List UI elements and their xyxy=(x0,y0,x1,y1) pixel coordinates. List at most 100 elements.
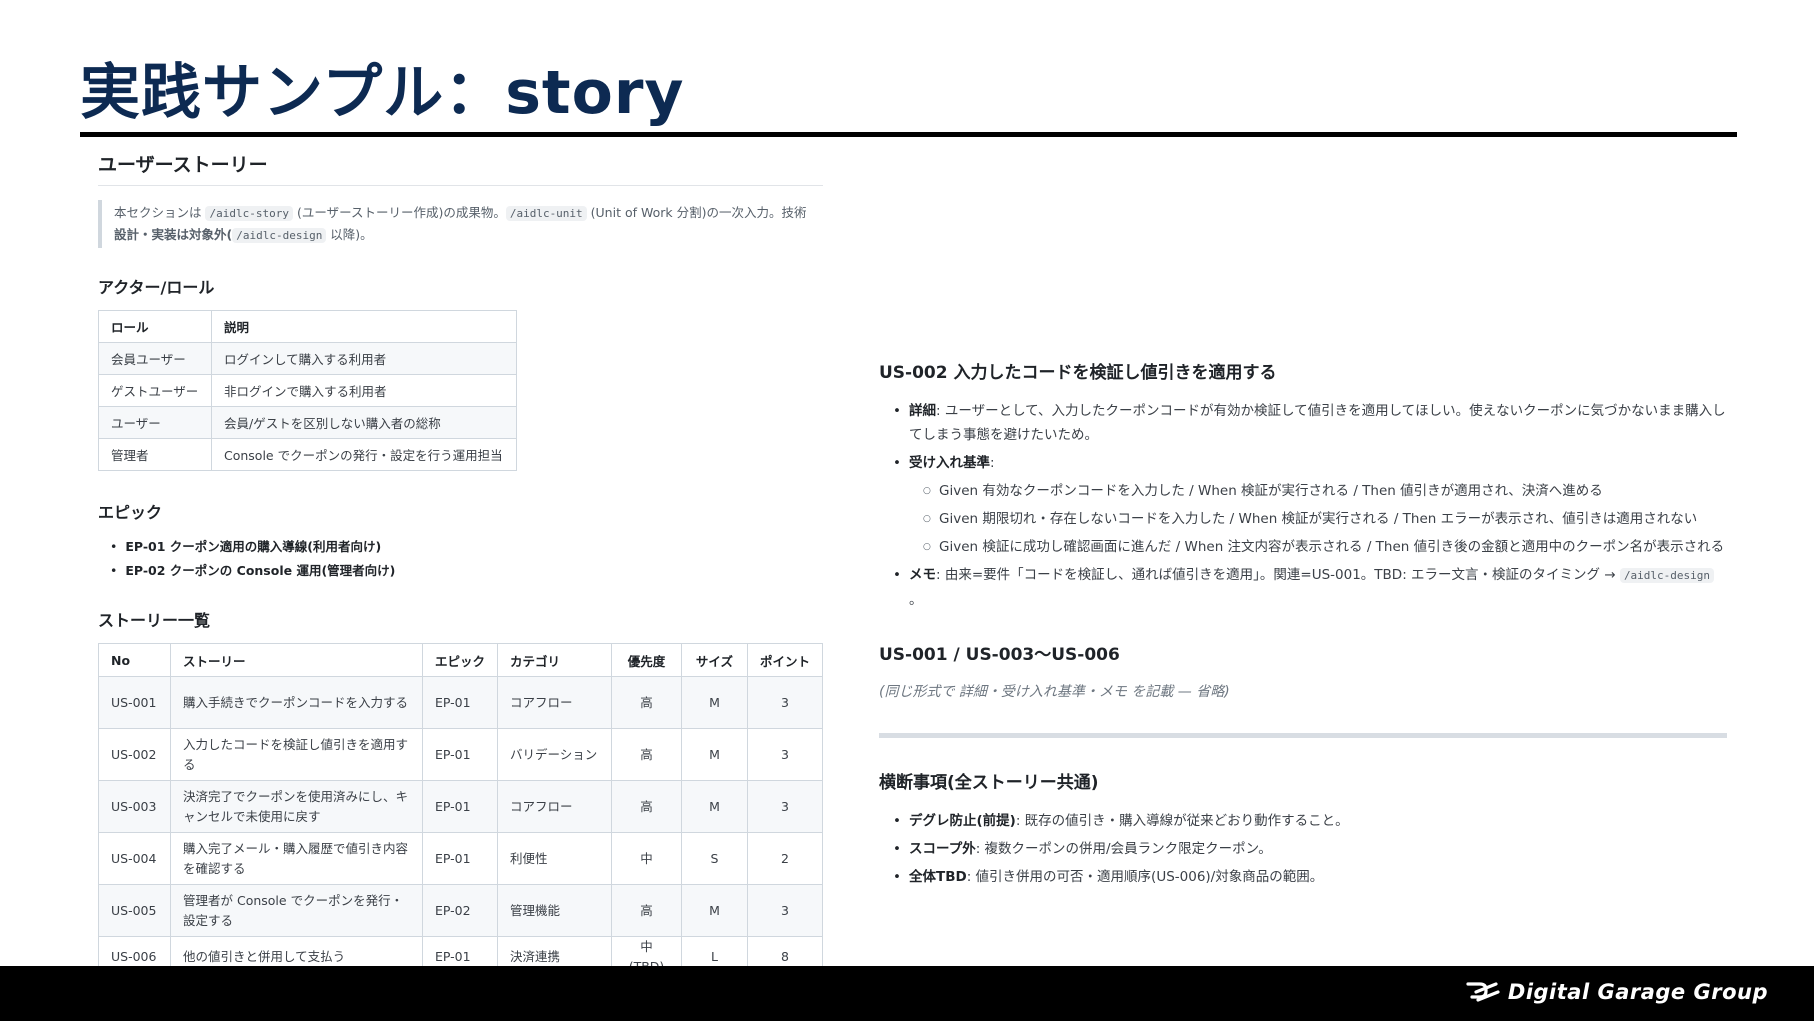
cross-heading: 横断事項(全ストーリー共通) xyxy=(879,773,1099,793)
user-story-heading: ユーザーストーリー xyxy=(98,150,823,186)
table-cell: 非ログインで購入する利用者 xyxy=(211,374,517,407)
footer-bar: Digital Garage Group xyxy=(0,966,1814,1021)
table-cell: EP-01 xyxy=(422,780,498,833)
cross-list: デグレ防止(前提): 既存の値引き・購入導線が従来どおり動作すること。 スコープ… xyxy=(879,809,1727,889)
table-row: 会員ユーザー ログインして購入する利用者 xyxy=(98,342,517,375)
column-header: ロール xyxy=(98,310,212,343)
table-cell: 3 xyxy=(747,884,823,937)
table-header-row: No ストーリー エピック カテゴリ 優先度 サイズ ポイント xyxy=(98,643,823,677)
table-header-row: ロール 説明 xyxy=(98,310,517,343)
list-item: EP-01 クーポン適用の購入導線(利用者向け) xyxy=(110,535,823,559)
note-text: (Unit of Work 分割)の一次入力。技術 xyxy=(586,205,807,220)
column-header: 優先度 xyxy=(611,643,682,677)
detail-text: : ユーザーとして、入力したクーポンコードが有効か検証して値引きを適用してほしい… xyxy=(909,403,1726,443)
slide-title: 実践サンプル：story xyxy=(80,58,685,128)
table-cell: 会員ユーザー xyxy=(98,342,212,375)
cross-label: デグレ防止(前提) xyxy=(909,813,1016,829)
list-item: メモ: 由来=要件「コードを検証し、通れば値引きを適用」。関連=US-001。T… xyxy=(879,563,1727,612)
cross-label: スコープ外 xyxy=(909,841,976,857)
company-logo: Digital Garage Group xyxy=(1466,980,1768,1004)
memo-label: メモ xyxy=(909,567,936,583)
table-cell: 利便性 xyxy=(497,832,612,885)
list-item: 受け入れ基準: Given 有効なクーポンコードを入力した / When 検証が… xyxy=(879,451,1727,559)
left-column: ユーザーストーリー 本セクションは /aidlc-story (ユーザーストーリ… xyxy=(98,150,823,978)
table-cell: M xyxy=(681,728,748,781)
table-cell: 管理者 xyxy=(98,438,212,471)
table-row: ゲストユーザー 非ログインで購入する利用者 xyxy=(98,374,517,407)
table-cell: US-002 xyxy=(98,728,171,781)
title-divider xyxy=(80,132,1737,137)
table-cell: ユーザー xyxy=(98,406,212,439)
table-cell: 決済完了でクーポンを使用済みにし、キャンセルで未使用に戻す xyxy=(170,780,423,833)
table-cell: US-004 xyxy=(98,832,171,885)
criteria-label: 受け入れ基準 xyxy=(909,455,990,471)
dg-logo-icon xyxy=(1466,982,1500,1002)
column-header: ポイント xyxy=(747,643,823,677)
memo-end: 。 xyxy=(909,592,923,608)
table-cell: Console でクーポンの発行・設定を行う運用担当 xyxy=(211,438,517,471)
epics-heading: エピック xyxy=(98,503,163,522)
us002-heading: US-002 入力したコードを検証し値引きを適用する xyxy=(879,363,1277,383)
note-text: (ユーザーストーリー作成)の成果物。 xyxy=(292,205,506,220)
cross-text: : 既存の値引き・購入導線が従来どおり動作すること。 xyxy=(1015,813,1349,829)
criteria-list: Given 有効なクーポンコードを入力した / When 検証が実行される / … xyxy=(909,479,1727,559)
column-header: エピック xyxy=(422,643,498,677)
criteria-colon: : xyxy=(990,455,995,471)
table-cell: 会員/ゲストを区別しない購入者の総称 xyxy=(211,406,517,439)
table-cell: バリデーション xyxy=(497,728,612,781)
table-cell: US-003 xyxy=(98,780,171,833)
note-text: 以降)。 xyxy=(326,227,373,242)
table-cell: コアフロー xyxy=(497,780,612,833)
note-code-unit: /aidlc-unit xyxy=(505,206,587,221)
table-cell: ゲストユーザー xyxy=(98,374,212,407)
column-header: カテゴリ xyxy=(497,643,612,677)
memo-code: /aidlc-design xyxy=(1619,568,1715,583)
table-cell: 高 xyxy=(611,780,682,833)
table-cell: 3 xyxy=(747,780,823,833)
note-bold: 設計・実装は対象外( xyxy=(114,227,233,242)
table-cell: M xyxy=(681,780,748,833)
table-cell: 購入手続きでクーポンコードを入力する xyxy=(170,676,423,729)
list-item: 詳細: ユーザーとして、入力したクーポンコードが有効か検証して値引きを適用してほ… xyxy=(879,399,1727,447)
list-item: EP-02 クーポンの Console 運用(管理者向け) xyxy=(110,559,823,583)
list-item: スコープ外: 複数クーポンの併用/会員ランク限定クーポン。 xyxy=(879,837,1727,861)
detail-label: 詳細 xyxy=(909,403,936,419)
criteria-item: Given 有効なクーポンコードを入力した / When 検証が実行される / … xyxy=(909,479,1727,503)
column-header: ストーリー xyxy=(170,643,423,677)
table-cell: US-001 xyxy=(98,676,171,729)
criteria-item: Given 検証に成功し確認画面に進んだ / When 注文内容が表示される /… xyxy=(909,535,1727,559)
note-code-story: /aidlc-story xyxy=(205,206,293,221)
table-row: 管理者 Console でクーポンの発行・設定を行う運用担当 xyxy=(98,438,517,471)
table-row: US-001 購入手続きでクーポンコードを入力する EP-01 コアフロー 高 … xyxy=(98,676,823,729)
table-cell: 3 xyxy=(747,676,823,729)
list-item: デグレ防止(前提): 既存の値引き・購入導線が従来どおり動作すること。 xyxy=(879,809,1727,833)
section-note: 本セクションは /aidlc-story (ユーザーストーリー作成)の成果物。 /… xyxy=(98,200,823,248)
table-cell: EP-01 xyxy=(422,728,498,781)
memo-text: : 由来=要件「コードを検証し、通れば値引きを適用」。関連=US-001。TBD… xyxy=(936,567,1620,583)
table-cell: EP-01 xyxy=(422,676,498,729)
others-heading: US-001 / US-003〜US-006 xyxy=(879,645,1120,665)
table-cell: 管理者が Console でクーポンを発行・設定する xyxy=(170,884,423,937)
logo-text: Digital Garage Group xyxy=(1507,980,1768,1004)
table-cell: EP-02 xyxy=(422,884,498,937)
us002-list: 詳細: ユーザーとして、入力したクーポンコードが有効か検証して値引きを適用してほ… xyxy=(879,399,1727,612)
column-header: 説明 xyxy=(211,310,517,343)
table-cell: 購入完了メール・購入履歴で値引き内容を確認する xyxy=(170,832,423,885)
cross-text: : 値引き併用の可否・適用順序(US-006)/対象商品の範囲。 xyxy=(966,869,1324,885)
stories-table: No ストーリー エピック カテゴリ 優先度 サイズ ポイント US-001 購… xyxy=(98,643,823,978)
table-row: US-003 決済完了でクーポンを使用済みにし、キャンセルで未使用に戻す EP-… xyxy=(98,780,823,833)
list-item: 全体TBD: 値引き併用の可否・適用順序(US-006)/対象商品の範囲。 xyxy=(879,865,1727,889)
table-cell: 入力したコードを検証し値引きを適用する xyxy=(170,728,423,781)
note-code-design: /aidlc-design xyxy=(232,228,327,243)
section-divider xyxy=(879,733,1727,738)
table-row: US-002 入力したコードを検証し値引きを適用する EP-01 バリデーション… xyxy=(98,728,823,781)
actors-heading: アクター/ロール xyxy=(98,278,215,297)
table-row: US-005 管理者が Console でクーポンを発行・設定する EP-02 … xyxy=(98,884,823,937)
note-text: 本セクションは xyxy=(114,205,206,220)
table-cell: 高 xyxy=(611,728,682,781)
actors-table: ロール 説明 会員ユーザー ログインして購入する利用者 ゲストユーザー 非ログイ… xyxy=(98,310,517,471)
table-cell: 3 xyxy=(747,728,823,781)
table-cell: S xyxy=(681,832,748,885)
stories-heading: ストーリー一覧 xyxy=(98,611,211,630)
table-cell: 高 xyxy=(611,884,682,937)
